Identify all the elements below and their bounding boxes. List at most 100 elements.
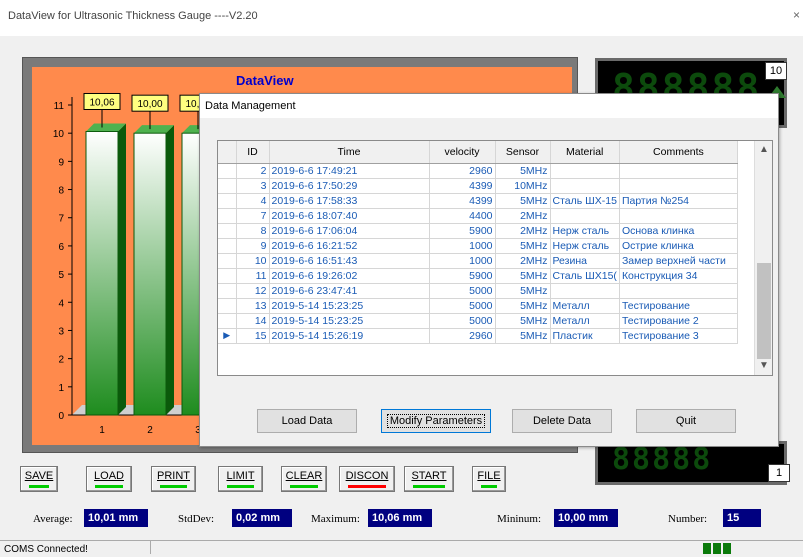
cell-comments[interactable]: Тестирование: [619, 298, 738, 314]
header-material[interactable]: Material: [550, 141, 620, 164]
table-row[interactable]: 2 2019-6-6 17:49:21 2960 5MHz: [218, 163, 738, 179]
table-row[interactable]: 4 2019-6-6 17:58:33 4399 5MHz Сталь ШХ-15 Пар…: [218, 193, 738, 209]
row-indicator[interactable]: [218, 223, 237, 239]
cell-comments[interactable]: Тестирование 3: [619, 328, 738, 344]
cell-velocity[interactable]: 5000: [429, 313, 496, 329]
cell-id[interactable]: 10: [236, 253, 270, 269]
cell-sensor[interactable]: 5MHz: [495, 193, 551, 209]
file-button[interactable]: FILE: [472, 466, 506, 492]
table-row[interactable]: ▶ 15 2019-5-14 15:26:19 2960 5MHz Пластик Тест…: [218, 328, 738, 344]
scroll-up-icon[interactable]: ▲: [755, 141, 773, 159]
cell-sensor[interactable]: 5MHz: [495, 163, 551, 179]
cell-id[interactable]: 4: [236, 193, 270, 209]
cell-material[interactable]: Нерж сталь: [550, 223, 620, 239]
table-row[interactable]: 9 2019-6-6 16:21:52 1000 5MHz Нерж сталь Остр…: [218, 238, 738, 254]
delete-data-button[interactable]: Delete Data: [512, 409, 612, 433]
cell-comments[interactable]: [619, 208, 738, 224]
table-row[interactable]: 8 2019-6-6 17:06:04 5900 2MHz Нерж сталь Осно…: [218, 223, 738, 239]
row-indicator[interactable]: [218, 268, 237, 284]
table-row[interactable]: 12 2019-6-6 23:47:41 5000 5MHz: [218, 283, 738, 299]
row-indicator[interactable]: [218, 283, 237, 299]
clear-button[interactable]: CLEAR: [281, 466, 327, 492]
cell-time[interactable]: 2019-6-6 23:47:41: [269, 283, 430, 299]
cell-id[interactable]: 11: [236, 268, 270, 284]
header-velocity[interactable]: velocity: [429, 141, 496, 164]
row-indicator[interactable]: [218, 238, 237, 254]
cell-velocity[interactable]: 5900: [429, 268, 496, 284]
limit-button[interactable]: LIMIT: [218, 466, 263, 492]
row-indicator[interactable]: [218, 163, 237, 179]
cell-velocity[interactable]: 1000: [429, 253, 496, 269]
cell-velocity[interactable]: 2960: [429, 328, 496, 344]
cell-comments[interactable]: [619, 163, 738, 179]
row-indicator[interactable]: [218, 193, 237, 209]
cell-sensor[interactable]: 5MHz: [495, 298, 551, 314]
header-id[interactable]: ID: [236, 141, 270, 164]
cell-time[interactable]: 2019-5-14 15:23:25: [269, 313, 430, 329]
table-row[interactable]: 13 2019-5-14 15:23:25 5000 5MHz Металл Тестир…: [218, 298, 738, 314]
cell-time[interactable]: 2019-6-6 16:51:43: [269, 253, 430, 269]
cell-id[interactable]: 7: [236, 208, 270, 224]
close-icon[interactable]: ×: [793, 8, 800, 22]
row-indicator[interactable]: [218, 313, 237, 329]
cell-time[interactable]: 2019-6-6 19:26:02: [269, 268, 430, 284]
cell-material[interactable]: Нерж сталь: [550, 238, 620, 254]
row-indicator[interactable]: [218, 298, 237, 314]
cell-time[interactable]: 2019-6-6 17:58:33: [269, 193, 430, 209]
cell-material[interactable]: Металл: [550, 313, 620, 329]
cell-time[interactable]: 2019-6-6 18:07:40: [269, 208, 430, 224]
cell-material[interactable]: [550, 208, 620, 224]
load-button[interactable]: LOAD: [86, 466, 132, 492]
data-grid[interactable]: ID Time velocity Sensor Material Comment…: [217, 140, 773, 376]
cell-id[interactable]: 2: [236, 163, 270, 179]
cell-comments[interactable]: Тестирование 2: [619, 313, 738, 329]
start-button[interactable]: START: [404, 466, 454, 492]
cell-velocity[interactable]: 2960: [429, 163, 496, 179]
scroll-thumb[interactable]: [757, 263, 771, 359]
cell-time[interactable]: 2019-6-6 17:50:29: [269, 178, 430, 194]
cell-sensor[interactable]: 2MHz: [495, 223, 551, 239]
cell-time[interactable]: 2019-5-14 15:23:25: [269, 298, 430, 314]
cell-comments[interactable]: Основа клинка: [619, 223, 738, 239]
cell-velocity[interactable]: 5900: [429, 223, 496, 239]
cell-sensor[interactable]: 5MHz: [495, 328, 551, 344]
scroll-down-icon[interactable]: ▼: [755, 357, 773, 375]
table-row[interactable]: 10 2019-6-6 16:51:43 1000 2MHz Резина Замер в…: [218, 253, 738, 269]
header-comments[interactable]: Comments: [619, 141, 738, 164]
cell-material[interactable]: [550, 163, 620, 179]
cell-comments[interactable]: Острие клинка: [619, 238, 738, 254]
cell-material[interactable]: Сталь ШХ-15: [550, 193, 620, 209]
cell-time[interactable]: 2019-6-6 17:49:21: [269, 163, 430, 179]
cell-comments[interactable]: [619, 178, 738, 194]
cell-sensor[interactable]: 2MHz: [495, 253, 551, 269]
row-indicator[interactable]: [218, 208, 237, 224]
cell-velocity[interactable]: 1000: [429, 238, 496, 254]
table-row[interactable]: 14 2019-5-14 15:23:25 5000 5MHz Металл Тестир…: [218, 313, 738, 329]
vertical-scrollbar[interactable]: ▲ ▼: [754, 141, 772, 375]
cell-id[interactable]: 3: [236, 178, 270, 194]
cell-id[interactable]: 9: [236, 238, 270, 254]
row-indicator[interactable]: [218, 253, 237, 269]
cell-material[interactable]: Резина: [550, 253, 620, 269]
cell-comments[interactable]: [619, 283, 738, 299]
cell-id[interactable]: 8: [236, 223, 270, 239]
table-row[interactable]: 7 2019-6-6 18:07:40 4400 2MHz: [218, 208, 738, 224]
cell-sensor[interactable]: 5MHz: [495, 313, 551, 329]
cell-material[interactable]: [550, 178, 620, 194]
quit-button[interactable]: Quit: [636, 409, 736, 433]
cell-material[interactable]: Сталь ШХ15(: [550, 268, 620, 284]
cell-velocity[interactable]: 4399: [429, 193, 496, 209]
cell-id[interactable]: 15: [236, 328, 270, 344]
cell-time[interactable]: 2019-6-6 17:06:04: [269, 223, 430, 239]
table-row[interactable]: 11 2019-6-6 19:26:02 5900 5MHz Сталь ШХ15(Ко…: [218, 268, 738, 284]
cell-material[interactable]: Пластик: [550, 328, 620, 344]
header-time[interactable]: Time: [269, 141, 430, 164]
cell-time[interactable]: 2019-5-14 15:26:19: [269, 328, 430, 344]
cell-sensor[interactable]: 5MHz: [495, 238, 551, 254]
cell-velocity[interactable]: 5000: [429, 298, 496, 314]
current-row-arrow-icon[interactable]: ▶: [218, 328, 237, 344]
cell-velocity[interactable]: 4400: [429, 208, 496, 224]
row-indicator[interactable]: [218, 178, 237, 194]
discon-button[interactable]: DISCON: [339, 466, 395, 492]
cell-velocity[interactable]: 4399: [429, 178, 496, 194]
